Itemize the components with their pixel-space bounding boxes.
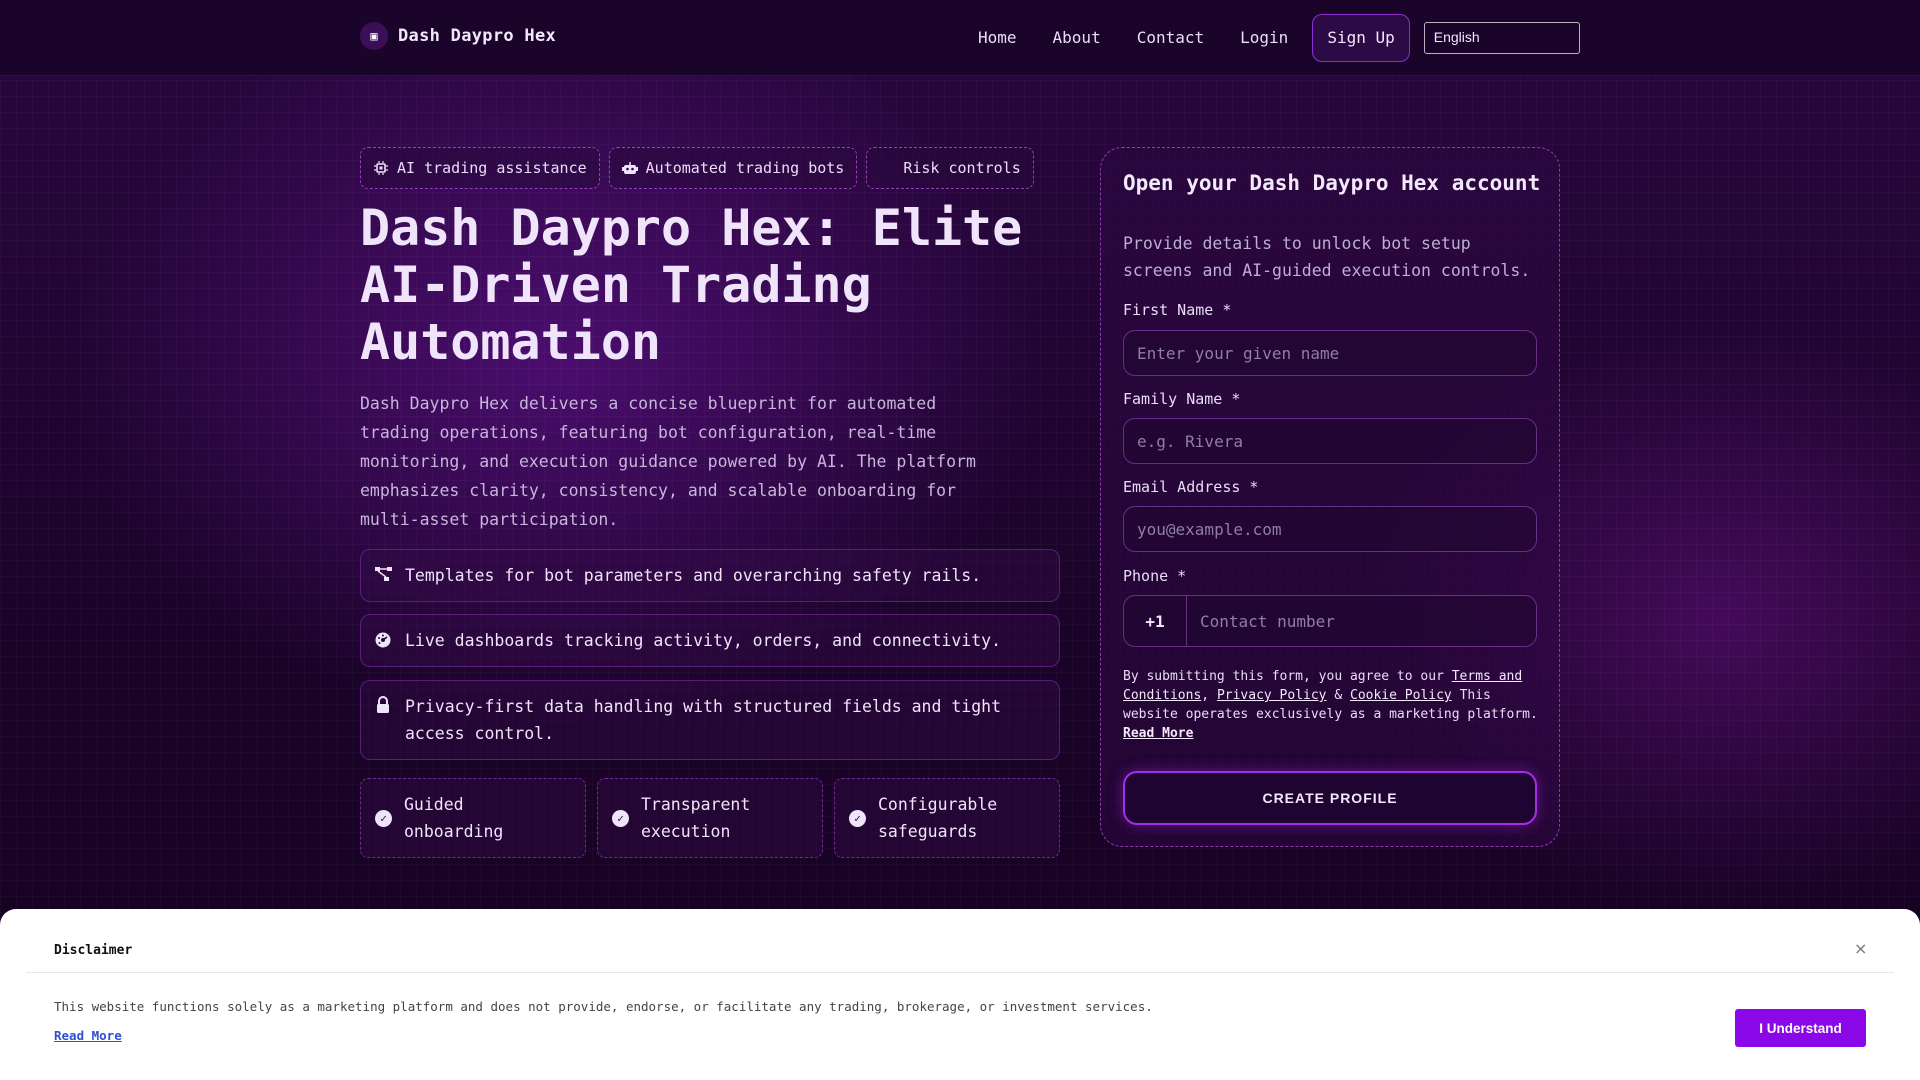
phone-field[interactable] <box>1187 596 1536 646</box>
site-header: ▣ Dash Daypro Hex Home About Contact Log… <box>0 0 1920 76</box>
disclaimer-title: Disclaimer <box>54 943 133 958</box>
chip-icon <box>373 160 389 176</box>
feature-item-dashboards: Live dashboards tracking activity, order… <box>360 614 1060 667</box>
hero-title: Dash Daypro Hex: Elite AI-Driven Trading… <box>360 199 1023 371</box>
first-name-label: First Name * <box>1123 301 1232 319</box>
feature-item-templates: Templates for bot parameters and overarc… <box>360 549 1060 602</box>
hero-description: Dash Daypro Hex delivers a concise bluep… <box>360 394 976 529</box>
brand-name: Dash Daypro Hex <box>398 26 557 46</box>
feature-text: Privacy-first data handling with structu… <box>405 697 1002 743</box>
divider <box>26 972 1894 973</box>
chip-ai-assistance: AI trading assistance <box>360 147 600 189</box>
badge-label: Guided onboarding <box>404 795 504 841</box>
feature-text: Live dashboards tracking activity, order… <box>405 631 1002 650</box>
form-title: Open your Dash Daypro Hex account <box>1123 171 1541 195</box>
disclaimer-banner: Disclaimer × This website functions sole… <box>0 909 1920 1080</box>
country-code-select[interactable]: +1 <box>1124 596 1187 646</box>
signup-button[interactable]: Sign Up <box>1312 14 1410 62</box>
family-name-field[interactable] <box>1123 418 1537 464</box>
first-name-field[interactable] <box>1123 330 1537 376</box>
robot-icon <box>621 160 638 176</box>
legal-prefix: By submitting this form, you agree to ou… <box>1123 669 1444 684</box>
feature-chips: AI trading assistance Automated trading … <box>360 147 1034 189</box>
check-icon: ✓ <box>612 809 629 827</box>
badge-guided-onboarding: ✓ Guided onboarding <box>360 778 586 858</box>
badge-transparent-execution: ✓ Transparent execution <box>597 778 823 858</box>
nav-contact[interactable]: Contact <box>1119 14 1222 62</box>
blank-icon <box>879 160 895 176</box>
email-label: Email Address * <box>1123 478 1259 496</box>
check-icon: ✓ <box>849 809 866 827</box>
language-select[interactable]: English <box>1423 22 1580 54</box>
phone-label: Phone * <box>1123 567 1187 585</box>
nav-about[interactable]: About <box>1035 14 1119 62</box>
privacy-link[interactable]: Privacy Policy <box>1217 688 1327 703</box>
chip-trading-bots: Automated trading bots <box>608 147 858 189</box>
chip-label: Automated trading bots <box>645 159 845 177</box>
badge-label: Transparent execution <box>641 795 751 841</box>
chip-risk-controls: Risk controls <box>866 147 1034 189</box>
badge-label: Configurable safeguards <box>878 795 998 841</box>
phone-field-group: +1 <box>1123 595 1537 647</box>
main-nav: Home About Contact Login Sign Up English <box>960 14 1580 62</box>
check-icon: ✓ <box>375 809 392 827</box>
family-name-label: Family Name * <box>1123 390 1241 408</box>
legal-notice: By submitting this form, you agree to ou… <box>1123 669 1538 741</box>
email-field[interactable] <box>1123 506 1537 552</box>
chip-label: Risk controls <box>903 159 1021 177</box>
read-more-link[interactable]: Read More <box>1123 726 1193 741</box>
signup-form-card: Open your Dash Daypro Hex account Provid… <box>1100 147 1560 847</box>
close-icon[interactable]: × <box>1854 939 1867 958</box>
badge-configurable-safeguards: ✓ Configurable safeguards <box>834 778 1060 858</box>
nav-home[interactable]: Home <box>960 14 1035 62</box>
disclaimer-read-more-link[interactable]: Read More <box>54 1028 122 1043</box>
brand[interactable]: ▣ Dash Daypro Hex <box>360 22 556 50</box>
legal-amp: & <box>1334 688 1343 703</box>
network-icon <box>375 564 392 584</box>
chip-label: AI trading assistance <box>397 159 587 177</box>
create-profile-button[interactable]: CREATE PROFILE <box>1123 771 1537 825</box>
dashboard-icon <box>375 629 391 649</box>
brand-logo-icon: ▣ <box>360 22 388 50</box>
nav-login[interactable]: Login <box>1222 14 1306 62</box>
feature-item-privacy: Privacy-first data handling with structu… <box>360 680 1060 760</box>
form-subtitle: Provide details to unlock bot setup scre… <box>1123 234 1531 280</box>
feature-text: Templates for bot parameters and overarc… <box>405 566 982 585</box>
cookie-link[interactable]: Cookie Policy <box>1350 688 1452 703</box>
i-understand-button[interactable]: I Understand <box>1735 1009 1866 1047</box>
disclaimer-text: This website functions solely as a marke… <box>54 999 1153 1014</box>
lock-icon <box>375 695 391 715</box>
